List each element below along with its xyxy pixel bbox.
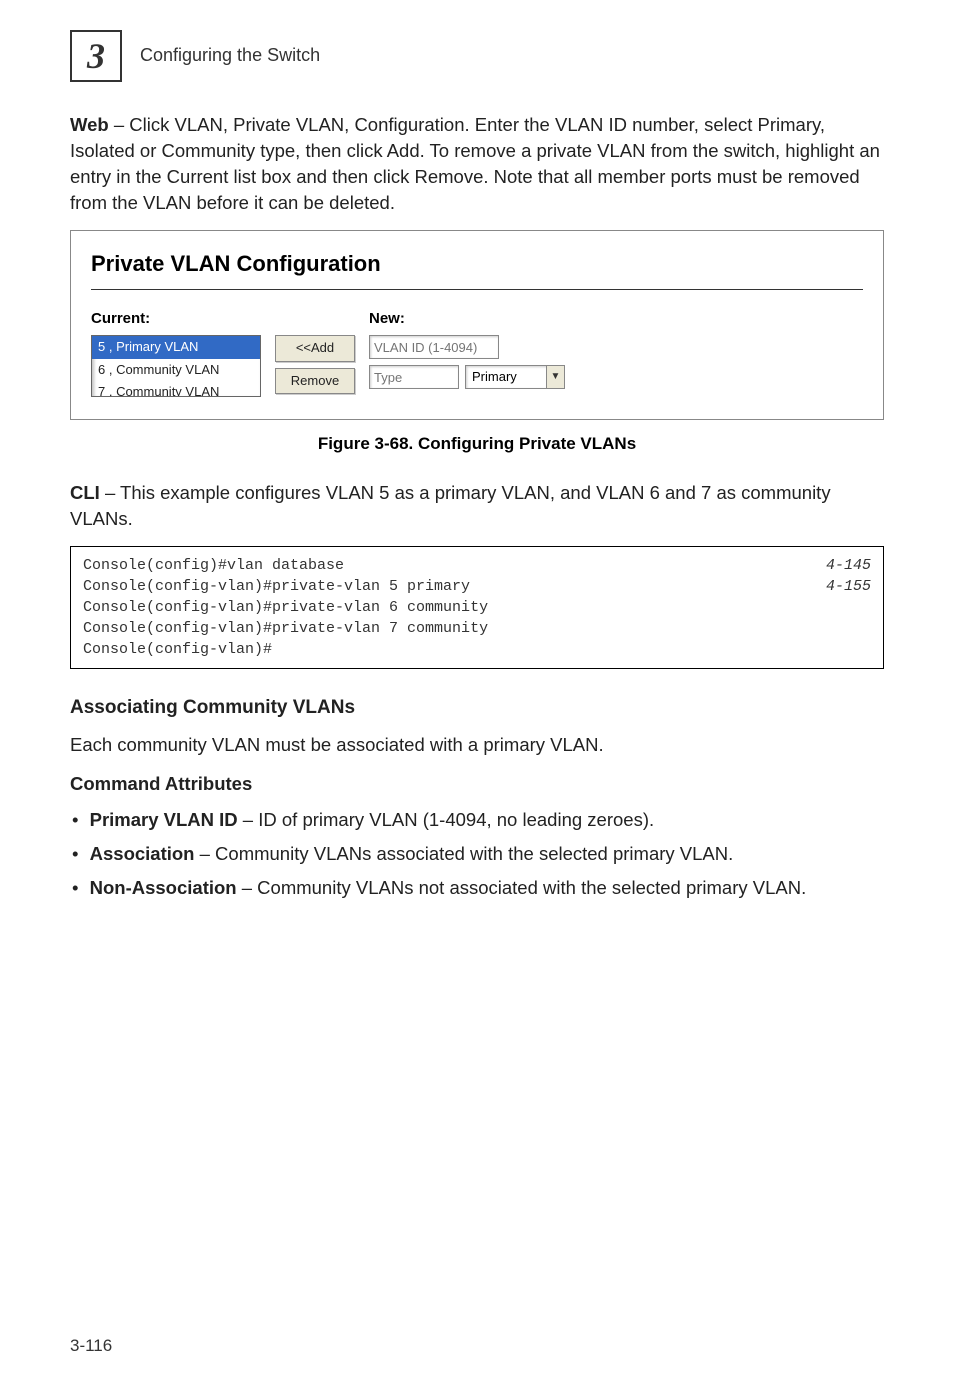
cli-text: Console(config-vlan)#private-vlan 5 prim…: [83, 576, 470, 597]
bullet-prefix: Non-Association: [90, 877, 237, 898]
cli-prefix: CLI: [70, 482, 100, 503]
figure-caption: Figure 3-68. Configuring Private VLANs: [70, 432, 884, 456]
associating-heading: Associating Community VLANs: [70, 695, 884, 722]
current-label: Current:: [91, 308, 261, 329]
command-attributes-heading: Command Attributes: [70, 771, 884, 797]
chapter-number-icon: 3: [70, 30, 122, 82]
bullet-text: – Community VLANs not associated with th…: [237, 877, 807, 898]
list-item: Association – Community VLANs associated…: [72, 841, 884, 867]
cli-intro-paragraph: CLI – This example configures VLAN 5 as …: [70, 480, 884, 532]
panel-controls-row: 5 , Primary VLAN 6 , Community VLAN 7 , …: [91, 335, 863, 397]
column-labels-row: Current: New:: [91, 308, 863, 329]
type-select[interactable]: Primary ▼: [465, 365, 565, 389]
panel-divider: [91, 289, 863, 290]
bullet-text: – ID of primary VLAN (1-4094, no leading…: [238, 809, 654, 830]
chevron-down-icon[interactable]: ▼: [546, 366, 564, 388]
web-intro-paragraph: Web – Click VLAN, Private VLAN, Configur…: [70, 112, 884, 216]
vlan-id-input[interactable]: [369, 335, 499, 359]
remove-button[interactable]: Remove: [275, 368, 355, 394]
bullet-text: – Community VLANs associated with the se…: [194, 843, 733, 864]
list-item[interactable]: 7 , Community VLAN: [92, 381, 260, 398]
web-prefix: Web: [70, 114, 109, 135]
add-button[interactable]: <<Add: [275, 335, 355, 361]
bullet-prefix: Association: [90, 843, 195, 864]
chapter-title: Configuring the Switch: [140, 43, 320, 68]
private-vlan-config-panel: Private VLAN Configuration Current: New:…: [70, 230, 884, 421]
command-attributes-list: Primary VLAN ID – ID of primary VLAN (1-…: [70, 807, 884, 901]
cli-text: Console(config-vlan)#private-vlan 7 comm…: [83, 618, 488, 639]
cli-intro-text: – This example configures VLAN 5 as a pr…: [70, 482, 831, 529]
list-item: Non-Association – Community VLANs not as…: [72, 875, 884, 901]
cli-ref: 4-155: [826, 576, 871, 597]
panel-title: Private VLAN Configuration: [91, 249, 863, 280]
bullet-prefix: Primary VLAN ID: [90, 809, 238, 830]
current-listbox[interactable]: 5 , Primary VLAN 6 , Community VLAN 7 , …: [91, 335, 261, 397]
list-item[interactable]: 5 , Primary VLAN: [92, 336, 260, 358]
associating-text: Each community VLAN must be associated w…: [70, 732, 884, 758]
type-input[interactable]: [369, 365, 459, 389]
cli-text: Console(config-vlan)#private-vlan 6 comm…: [83, 597, 488, 618]
page-header: 3 Configuring the Switch: [70, 30, 884, 82]
list-item[interactable]: 6 , Community VLAN: [92, 359, 260, 381]
cli-text: Console(config-vlan)#: [83, 639, 272, 660]
new-label: New:: [369, 308, 405, 329]
cli-code-block: Console(config)#vlan database 4-145 Consol…: [70, 546, 884, 669]
cli-text: Console(config)#vlan database: [83, 555, 344, 576]
list-item: Primary VLAN ID – ID of primary VLAN (1-…: [72, 807, 884, 833]
web-intro-text: – Click VLAN, Private VLAN, Configuratio…: [70, 114, 880, 213]
page-number: 3-116: [70, 1334, 112, 1358]
cli-ref: 4-145: [826, 555, 871, 576]
type-select-value: Primary: [466, 368, 546, 386]
